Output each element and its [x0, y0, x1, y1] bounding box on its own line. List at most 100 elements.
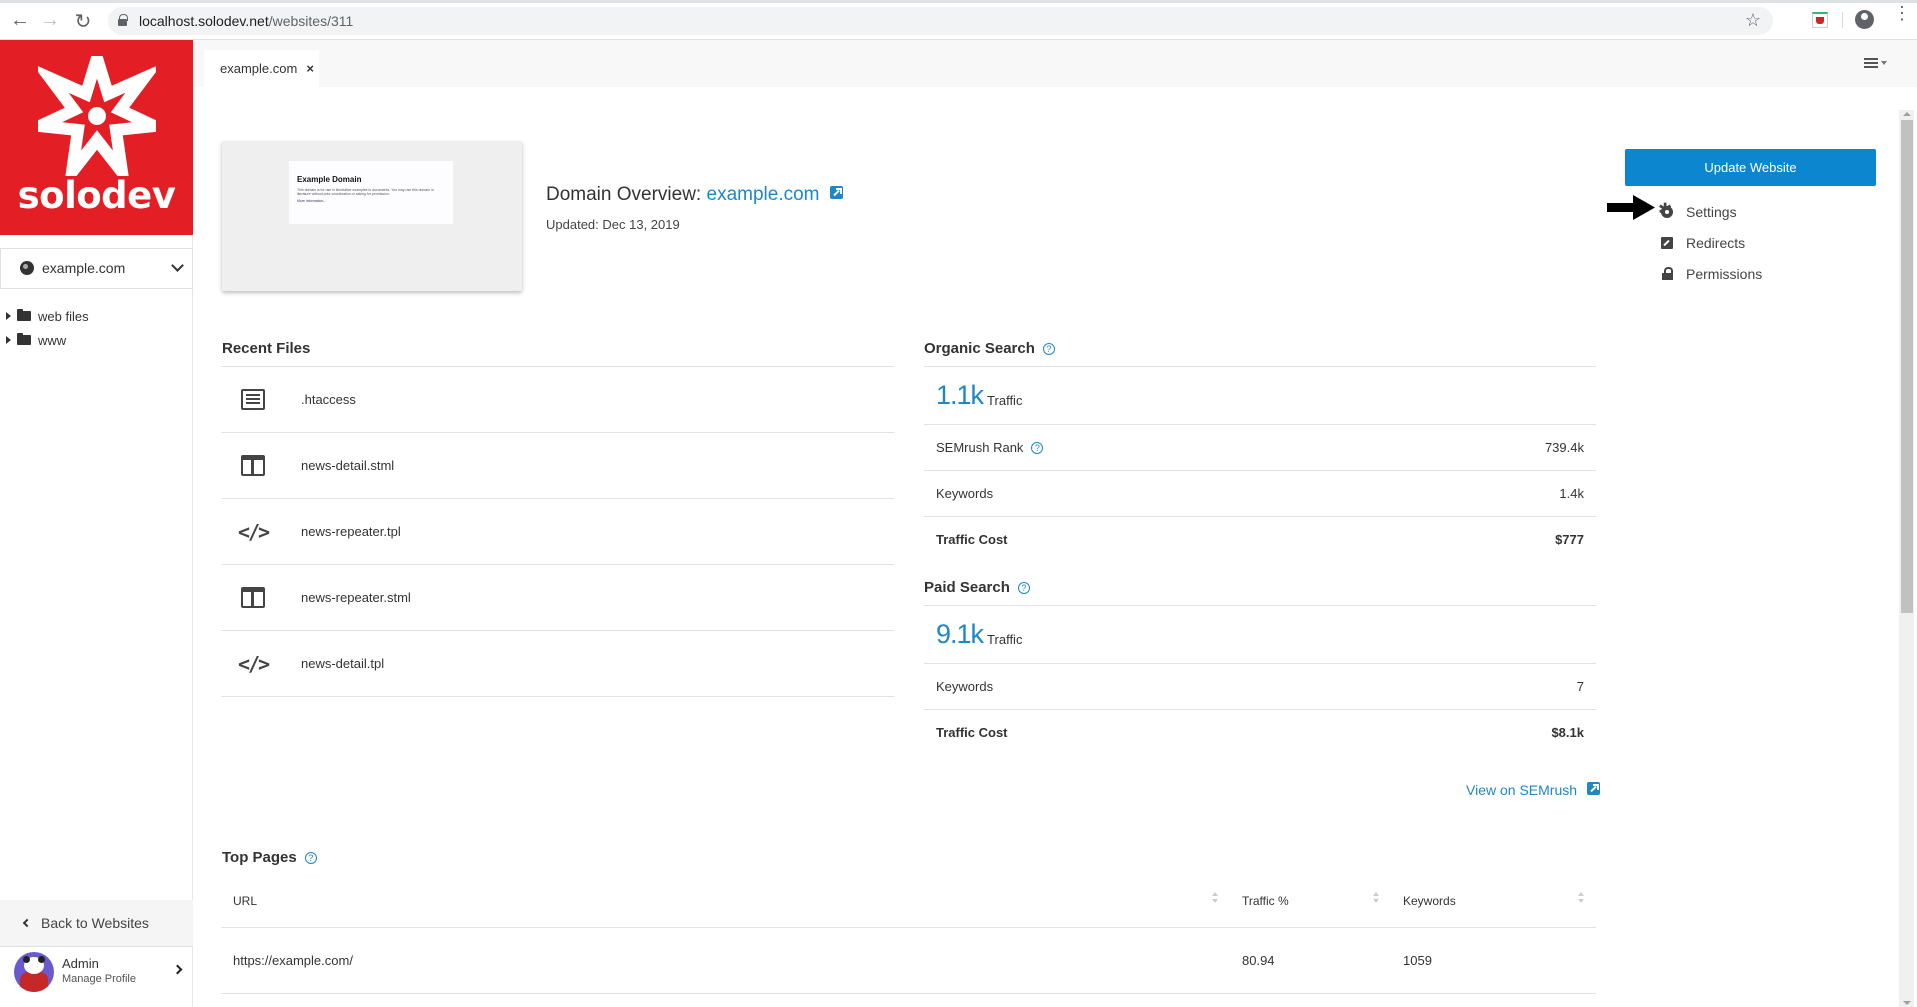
globe-icon [20, 261, 34, 275]
profile-menu[interactable]: Admin Manage Profile [0, 948, 193, 1007]
tree-item-www[interactable]: www [6, 328, 89, 352]
address-bar[interactable]: localhost.solodev.net/websites/311 ☆ [108, 7, 1773, 35]
organic-search-title: Organic Search [924, 340, 1035, 357]
cell-keywords: 1059 [1403, 953, 1432, 968]
menu-toggle[interactable] [1864, 58, 1887, 68]
stat-label: SEMrush Rank [936, 440, 1024, 455]
table-header: URL Traffic % Keywords [221, 874, 1596, 928]
brand-wordmark: solodev [17, 174, 176, 217]
reload-icon[interactable]: ↻ [71, 9, 95, 34]
browser-menu-icon[interactable]: ⋮ [1893, 4, 1911, 22]
tree-item-label: www [38, 332, 67, 348]
update-website-button[interactable]: Update Website [1625, 149, 1876, 186]
list-item[interactable]: .htaccess [221, 367, 894, 433]
help-icon[interactable]: ? [1031, 441, 1044, 454]
manage-profile-label: Manage Profile [62, 973, 136, 985]
scroll-down-icon[interactable] [1903, 1001, 1911, 1005]
organic-traffic: 1.1k Traffic [924, 366, 1596, 424]
settings-link[interactable]: Settings [1658, 196, 1762, 227]
tree-item-web-files[interactable]: web files [6, 304, 89, 328]
browser-profile-icon[interactable] [1855, 10, 1874, 29]
paid-search-title: Paid Search [924, 579, 1010, 596]
stat-value: 1.4k [1559, 486, 1584, 501]
tab-example-com[interactable]: example.com × [204, 50, 319, 87]
redirect-icon [1661, 236, 1673, 249]
list-file-icon [241, 389, 265, 410]
top-pages-title: Top Pages [222, 849, 297, 866]
stat-label: Keywords [936, 679, 994, 694]
permissions-label: Permissions [1686, 265, 1763, 282]
site-selector-label: example.com [42, 260, 126, 276]
updated-date: Updated: Dec 13, 2019 [546, 217, 680, 232]
cell-url: https://example.com/ [233, 953, 353, 968]
sidebar: solodev example.com web files www Back t… [0, 40, 193, 1007]
website-actions: Settings Redirects Permissions [1658, 196, 1762, 289]
organic-search-stats: 1.1k Traffic SEMrush Rank? 739.4k Keywor… [924, 366, 1596, 562]
file-name: .htaccess [301, 392, 356, 407]
help-icon[interactable]: ? [1017, 581, 1030, 594]
bookmark-star-icon[interactable]: ☆ [1745, 10, 1761, 31]
tab-strip [0, 0, 1917, 3]
stat-value: $8.1k [1551, 725, 1584, 740]
profile-name: Admin [62, 956, 99, 971]
close-icon[interactable]: × [306, 61, 314, 76]
forward-arrow-icon[interactable]: → [38, 9, 62, 32]
view-on-semrush-link[interactable]: View on SEMrush [1466, 781, 1601, 798]
redirects-label: Redirects [1686, 234, 1746, 251]
domain-link[interactable]: example.com [707, 184, 820, 205]
semrush-rank-row: SEMrush Rank? 739.4k [924, 424, 1596, 470]
hamburger-icon [1864, 58, 1878, 68]
external-link-icon[interactable] [829, 186, 843, 200]
column-header-keywords[interactable]: Keywords [1391, 891, 1596, 908]
list-item[interactable]: </> news-detail.tpl [221, 631, 894, 697]
page-scrollbar[interactable] [1899, 110, 1914, 1007]
list-item[interactable]: news-detail.stml [221, 433, 894, 499]
top-pages-table: URL Traffic % Keywords https://example.c… [221, 874, 1596, 994]
scroll-up-icon[interactable] [1903, 112, 1911, 116]
column-label: Traffic % [1242, 893, 1289, 908]
column-label: Keywords [1403, 893, 1456, 908]
organic-search-heading: Organic Search ? [924, 340, 1055, 357]
list-item[interactable]: news-repeater.stml [221, 565, 894, 631]
organic-traffic-label: Traffic [987, 393, 1023, 408]
redirects-link[interactable]: Redirects [1660, 227, 1762, 258]
site-selector[interactable]: example.com [0, 248, 193, 289]
permissions-link[interactable]: Permissions [1660, 258, 1762, 289]
website-thumbnail[interactable]: Example Domain This domain is for use in… [222, 141, 522, 291]
url-text: localhost.solodev.net/websites/311 [139, 13, 353, 29]
layout-file-icon [241, 455, 265, 476]
paid-traffic-cost-row: Traffic Cost $8.1k [924, 709, 1596, 755]
file-name: news-repeater.tpl [301, 524, 401, 539]
scrollbar-thumb[interactable] [1901, 120, 1913, 613]
stat-value: 739.4k [1544, 440, 1584, 455]
recent-files-heading: Recent Files [222, 340, 310, 357]
stat-value: 7 [1576, 679, 1584, 694]
cell-traffic: 80.94 [1242, 953, 1275, 968]
caret-right-icon[interactable] [6, 312, 11, 320]
organic-traffic-value: 1.1k [936, 380, 984, 410]
column-header-url[interactable]: URL [221, 891, 1230, 908]
settings-label: Settings [1686, 203, 1737, 220]
tab-bar: example.com × [194, 40, 1917, 87]
back-to-websites-link[interactable]: Back to Websites [0, 900, 193, 947]
caret-right-icon[interactable] [6, 336, 11, 344]
help-icon[interactable]: ? [304, 851, 317, 864]
star-logo-icon [38, 56, 156, 176]
list-item[interactable]: </> news-repeater.tpl [221, 499, 894, 565]
gear-icon [1658, 200, 1673, 220]
column-header-traffic[interactable]: Traffic % [1230, 891, 1391, 908]
solodev-logo[interactable]: solodev [0, 40, 193, 235]
top-pages-heading: Top Pages ? [222, 849, 317, 866]
folder-icon [17, 309, 31, 321]
paid-search-stats: 9.1k Traffic Keywords 7 Traffic Cost $8.… [924, 605, 1596, 755]
recent-files-list: .htaccess news-detail.stml </> news-repe… [221, 366, 894, 697]
help-icon[interactable]: ? [1042, 342, 1055, 355]
tab-label: example.com [220, 61, 298, 76]
back-arrow-icon[interactable]: ← [8, 9, 32, 32]
extension-icon[interactable] [1812, 12, 1828, 28]
file-name: news-detail.stml [301, 458, 395, 473]
stat-label: Traffic Cost [936, 725, 1008, 740]
file-tree: web files www [6, 304, 89, 352]
lock-icon [118, 14, 128, 26]
paid-traffic-label: Traffic [987, 632, 1023, 647]
